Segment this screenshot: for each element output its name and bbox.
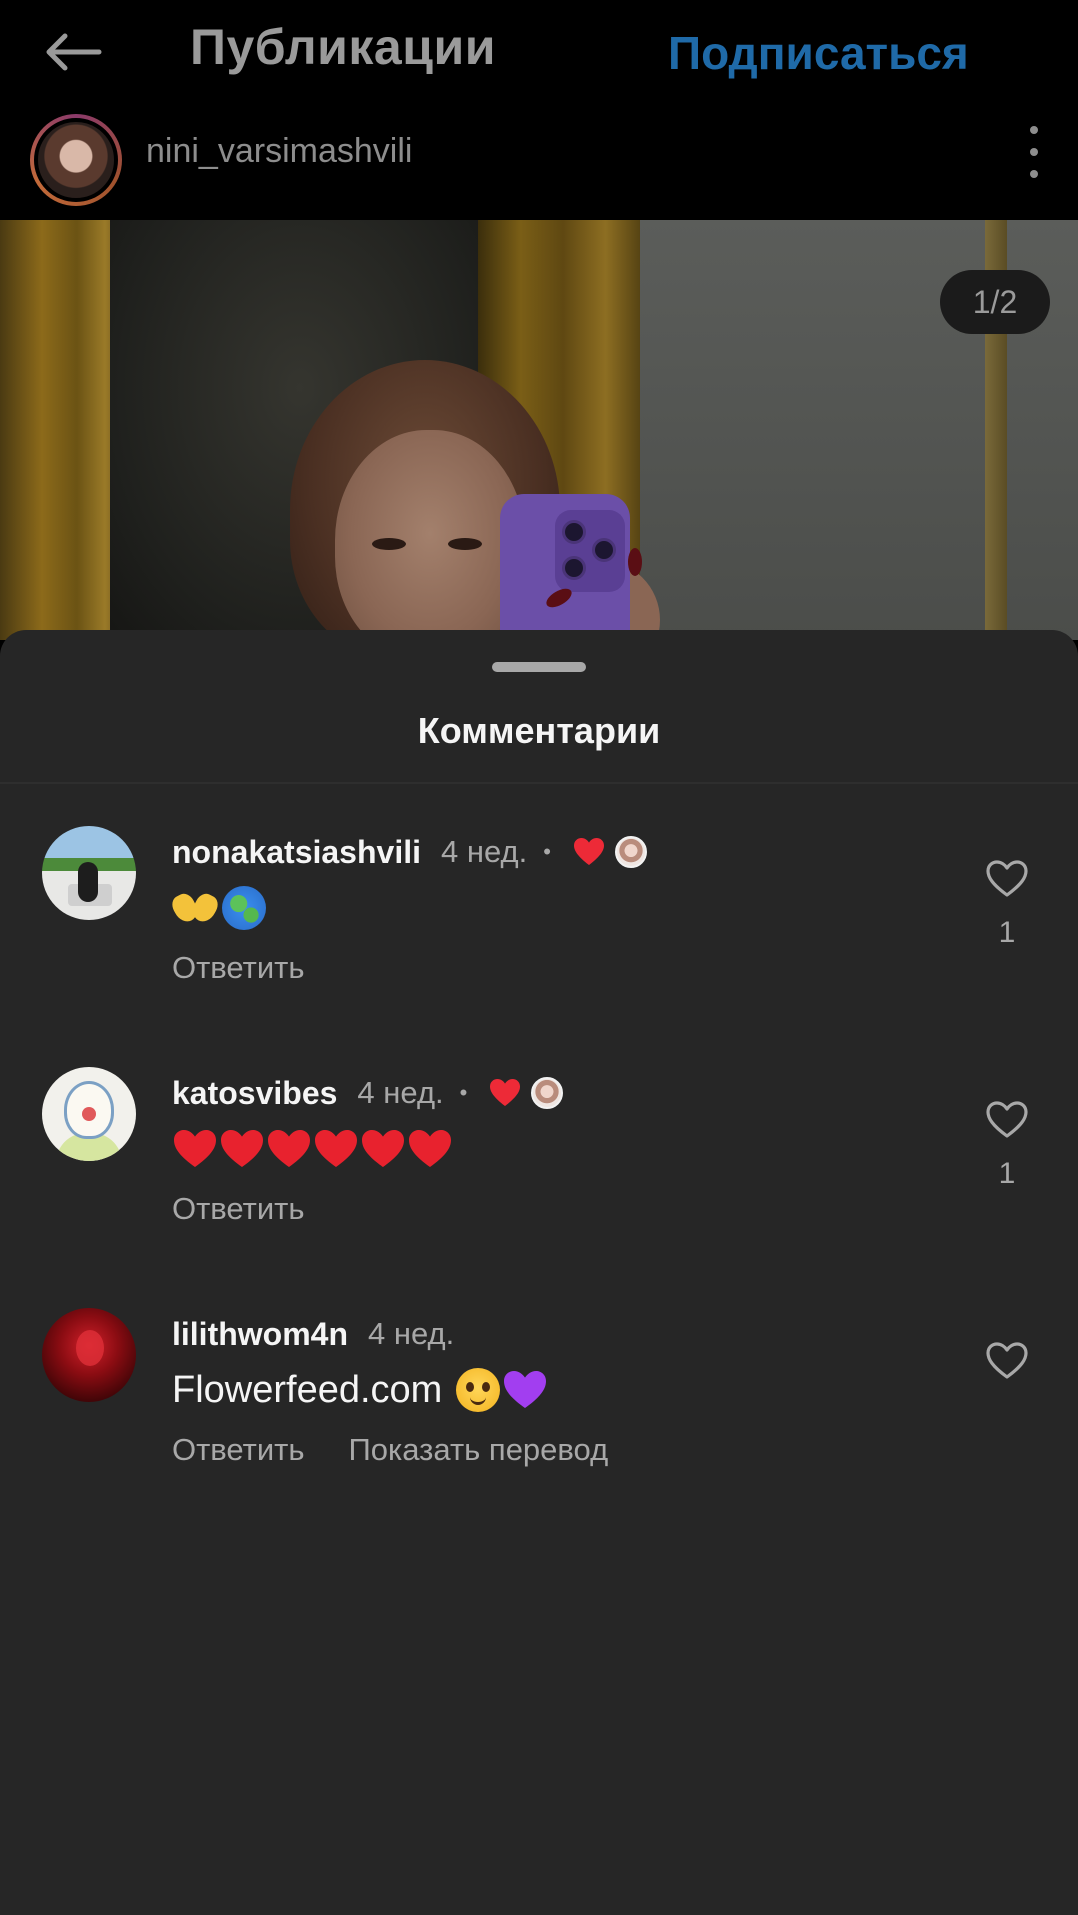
subscribe-button[interactable]: Подписаться xyxy=(668,26,969,80)
heart-filled-icon xyxy=(573,836,607,868)
comments-title: Комментарии xyxy=(417,710,661,751)
avatar[interactable] xyxy=(42,1308,136,1402)
avatar[interactable] xyxy=(42,826,136,920)
page-title: Публикации xyxy=(190,19,496,75)
reply-button[interactable]: Ответить xyxy=(172,1432,305,1468)
heart-outline-icon[interactable] xyxy=(984,1099,1030,1141)
show-translation-button[interactable]: Показать перевод xyxy=(349,1432,609,1468)
comment-item: katosvibes 4 нед. • Ответить 1 xyxy=(0,1067,1078,1267)
purple-heart-icon xyxy=(504,1371,547,1408)
comment-text xyxy=(172,1127,454,1171)
comment-time: 4 нед. xyxy=(368,1316,455,1351)
comments-sheet: Комментарии nonakatsiashvili 4 нед. • От… xyxy=(0,630,1078,1915)
comment-username[interactable]: nonakatsiashvili xyxy=(172,834,421,871)
heart-outline-icon[interactable] xyxy=(984,1340,1030,1382)
comment-text: Flowerfeed.com xyxy=(172,1368,548,1412)
author-username[interactable]: nini_varsimashvili xyxy=(146,132,412,171)
comment-item: lilithwom4n 4 нед. Flowerfeed.com Ответи… xyxy=(0,1308,1078,1508)
author-liked-avatar xyxy=(531,1077,564,1109)
comment-time: 4 нед. xyxy=(440,834,528,869)
reply-button[interactable]: Ответить xyxy=(172,1191,305,1227)
comment-username[interactable]: katosvibes xyxy=(172,1075,337,1112)
like-count: 1 xyxy=(998,916,1016,949)
separator: • xyxy=(543,839,551,864)
red-heart-icon xyxy=(174,1130,451,1167)
comment-username[interactable]: lilithwom4n xyxy=(172,1316,348,1353)
top-bar: Публикации Подписаться nini_varsimashvil… xyxy=(0,0,1078,220)
comment-text xyxy=(172,886,266,930)
separator: • xyxy=(459,1080,468,1105)
more-options-icon[interactable] xyxy=(1016,122,1052,182)
divider xyxy=(0,782,1078,784)
author-avatar[interactable] xyxy=(30,114,122,206)
sheet-drag-handle[interactable] xyxy=(492,662,586,672)
comment-text-content[interactable]: Flowerfeed.com xyxy=(172,1369,442,1412)
post-author-row: nini_varsimashvili xyxy=(0,110,1078,206)
slide-counter: 1/2 xyxy=(940,270,1050,334)
like-count: 1 xyxy=(998,1157,1016,1190)
heart-hands-icon xyxy=(172,888,218,928)
heart-filled-icon xyxy=(489,1077,523,1109)
comment-time: 4 нед. xyxy=(357,1075,444,1110)
back-button[interactable] xyxy=(40,20,106,84)
arrow-left-icon xyxy=(46,33,102,71)
post-image[interactable]: 1/2 xyxy=(0,220,1078,640)
avatar[interactable] xyxy=(42,1067,136,1161)
author-liked-avatar xyxy=(614,836,647,868)
reply-button[interactable]: Ответить xyxy=(172,950,305,986)
comment-item: nonakatsiashvili 4 нед. • Ответить 1 xyxy=(0,826,1078,1026)
pleading-face-icon xyxy=(456,1368,501,1412)
heart-outline-icon[interactable] xyxy=(984,858,1030,900)
globe-icon xyxy=(222,886,266,930)
